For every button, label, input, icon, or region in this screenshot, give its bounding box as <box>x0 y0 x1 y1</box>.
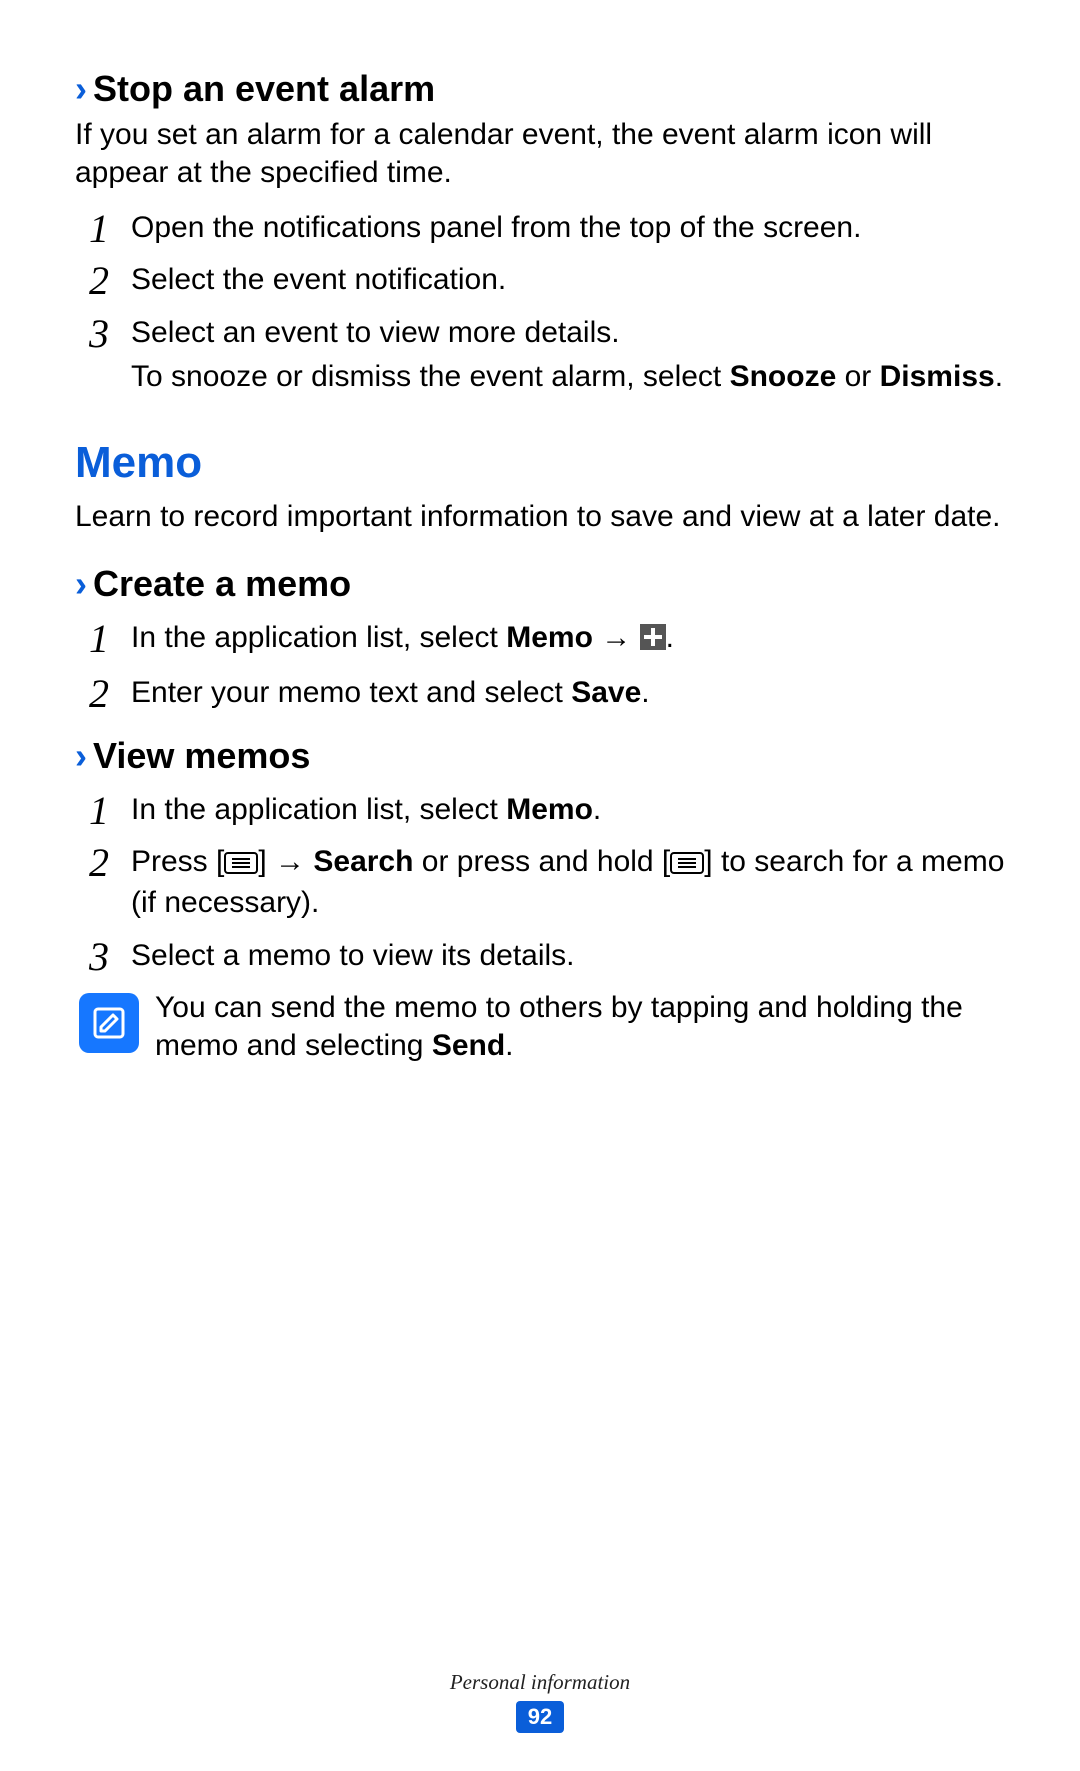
heading-memo: Memo <box>75 438 1005 488</box>
chevron-right-icon: › <box>75 71 87 107</box>
menu-key-icon <box>670 846 704 884</box>
step: Select a memo to view its details. <box>75 937 1005 975</box>
step: Press [] → Search or press and hold [] t… <box>75 843 1005 923</box>
view-memos-steps: In the application list, select Memo. Pr… <box>75 791 1005 976</box>
stop-alarm-steps: Open the notifications panel from the to… <box>75 209 1005 397</box>
heading-text: View memos <box>93 735 310 777</box>
step-text: Select the event notification. <box>131 263 506 296</box>
page-number-badge: 92 <box>516 1701 564 1733</box>
step: Enter your memo text and select Save. <box>75 674 1005 712</box>
step: Select an event to view more details. To… <box>75 314 1005 397</box>
step-text: Select an event to view more details. <box>131 316 620 349</box>
tip-note: You can send the memo to others by tappi… <box>75 989 1005 1066</box>
step-text: Open the notifications panel from the to… <box>131 211 861 244</box>
step: In the application list, select Memo. <box>75 791 1005 829</box>
step: Select the event notification. <box>75 261 1005 299</box>
menu-key-icon <box>224 846 258 884</box>
step: Open the notifications panel from the to… <box>75 209 1005 247</box>
page-footer: Personal information 92 <box>0 1670 1080 1733</box>
heading-text: Stop an event alarm <box>93 68 435 110</box>
chevron-right-icon: › <box>75 566 87 602</box>
step-text: Select a memo to view its details. <box>131 939 575 972</box>
chevron-right-icon: › <box>75 738 87 774</box>
note-icon <box>79 993 139 1053</box>
footer-section-label: Personal information <box>0 1670 1080 1695</box>
heading-text: Create a memo <box>93 563 351 605</box>
heading-create-memo: › Create a memo <box>75 563 1005 605</box>
create-memo-steps: In the application list, select Memo → .… <box>75 619 1005 713</box>
plus-icon <box>640 622 666 660</box>
tip-text: You can send the memo to others by tappi… <box>155 989 1005 1066</box>
step: In the application list, select Memo → . <box>75 619 1005 660</box>
heading-stop-event-alarm: › Stop an event alarm <box>75 68 1005 110</box>
memo-intro: Learn to record important information to… <box>75 498 1005 536</box>
stop-alarm-intro: If you set an alarm for a calendar event… <box>75 116 1005 193</box>
step-subnote: To snooze or dismiss the event alarm, se… <box>131 358 1005 396</box>
heading-view-memos: › View memos <box>75 735 1005 777</box>
